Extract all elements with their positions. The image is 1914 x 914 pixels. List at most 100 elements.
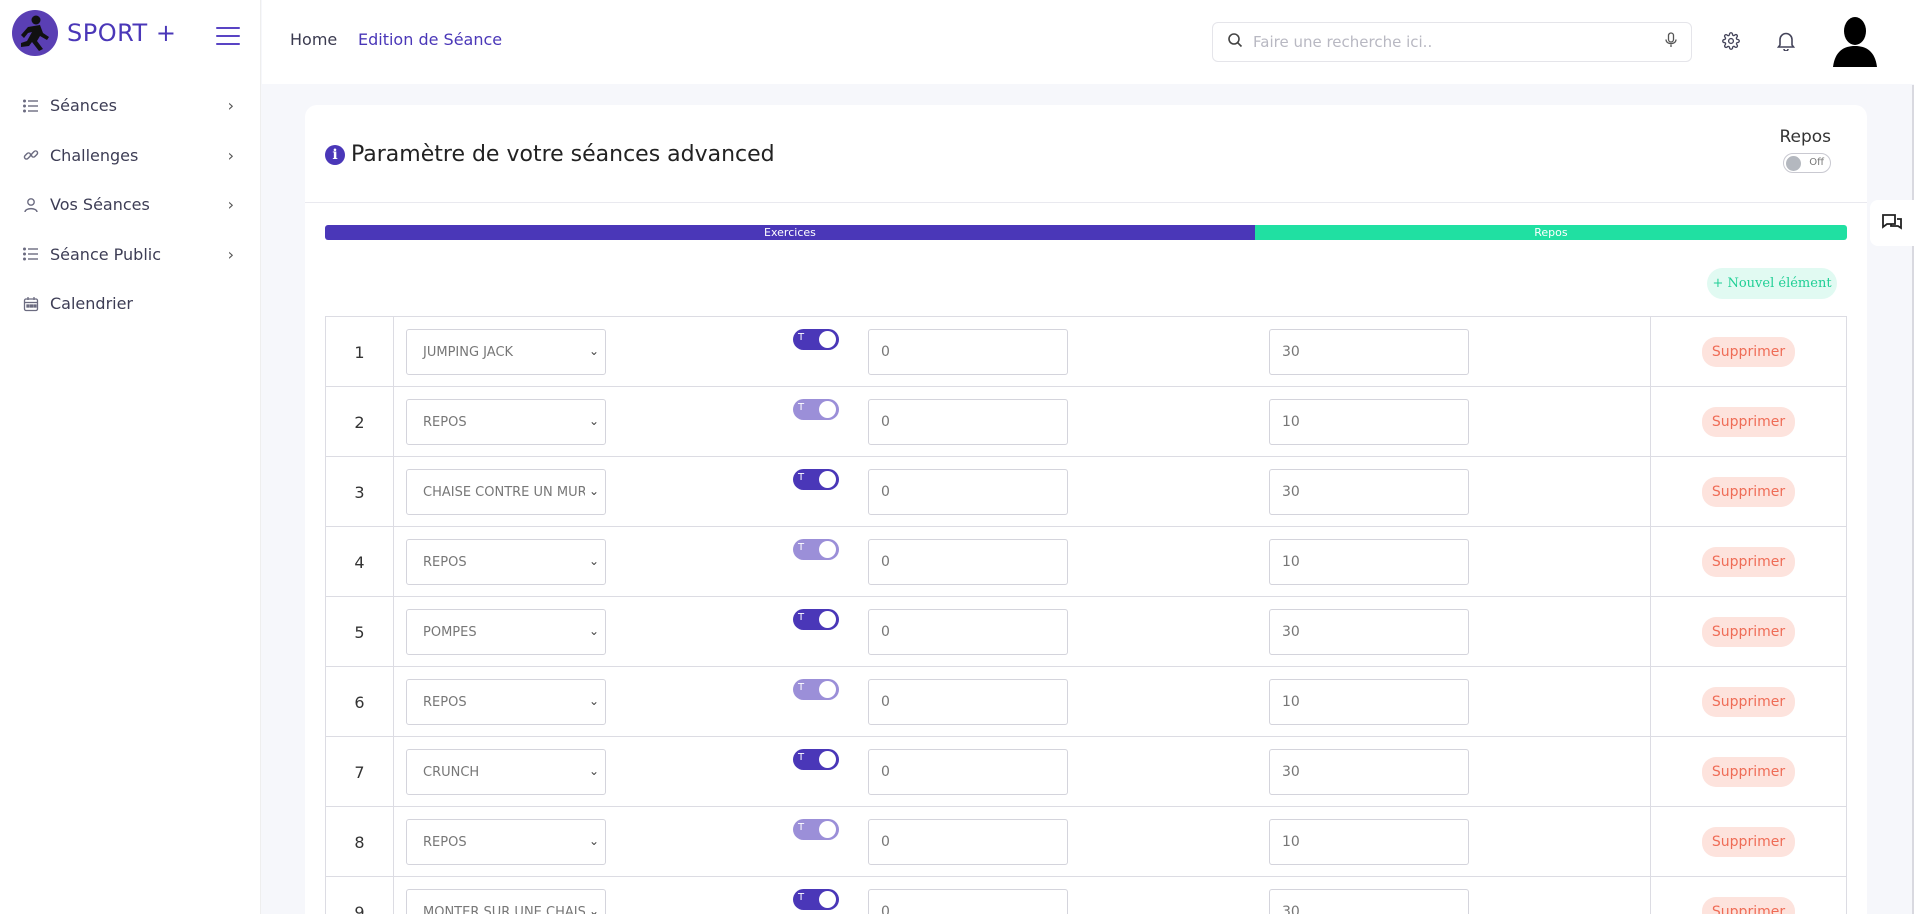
repetitions-input[interactable]	[868, 819, 1068, 865]
exercise-toggle[interactable]: T	[793, 679, 839, 700]
exercise-select-value: POMPES	[423, 624, 477, 640]
sidebar-item-calendrier[interactable]: Calendrier	[0, 279, 260, 329]
row-number: 9	[326, 877, 394, 914]
exercise-select-value: JUMPING JACK	[423, 344, 514, 360]
exercise-select[interactable]: JUMPING JACK ⌄	[406, 329, 606, 375]
chevron-down-icon: ⌄	[584, 694, 599, 708]
row-number: 2	[326, 387, 394, 457]
exercise-select[interactable]: REPOS ⌄	[406, 679, 606, 725]
delete-cell: Supprimer	[1650, 667, 1846, 737]
hamburger-menu-icon[interactable]	[216, 27, 240, 47]
duration-input[interactable]	[1269, 819, 1469, 865]
notification-bell-icon[interactable]	[1775, 30, 1797, 52]
delete-cell: Supprimer	[1650, 457, 1846, 527]
repetitions-input[interactable]	[868, 679, 1068, 725]
chevron-right-icon: ›	[227, 145, 234, 165]
delete-button[interactable]: Supprimer	[1701, 897, 1796, 914]
microphone-icon[interactable]	[1665, 32, 1677, 52]
delete-cell: Supprimer	[1650, 527, 1846, 597]
duration-input[interactable]	[1269, 469, 1469, 515]
exercise-toggle[interactable]: T	[793, 399, 839, 420]
row-number: 1	[326, 317, 394, 387]
duration-input[interactable]	[1269, 539, 1469, 585]
chevron-down-icon: ⌄	[584, 344, 599, 358]
exercise-select[interactable]: REPOS ⌄	[406, 399, 606, 445]
chevron-down-icon: ⌄	[584, 904, 599, 914]
exercise-select-value: CHAISE CONTRE UN MUR	[423, 484, 587, 500]
delete-button[interactable]: Supprimer	[1701, 407, 1796, 437]
table-row: 9 MONTER SUR UNE CHAISE⌄ T Supprimer	[326, 877, 1846, 914]
duration-input[interactable]	[1269, 889, 1469, 914]
chevron-right-icon: ›	[227, 195, 234, 215]
toggle-letter: T	[798, 332, 805, 343]
exercise-toggle[interactable]: T	[793, 539, 839, 560]
repetitions-input[interactable]	[868, 469, 1068, 515]
table-row: 6 REPOS ⌄ T Supprimer	[326, 667, 1846, 737]
repos-label: Repos	[1779, 127, 1831, 147]
delete-button[interactable]: Supprimer	[1701, 547, 1796, 577]
delete-button[interactable]: Supprimer	[1701, 337, 1796, 367]
search-icon	[1227, 32, 1243, 52]
exercise-select[interactable]: POMPES ⌄	[406, 609, 606, 655]
exercise-toggle[interactable]: T	[793, 609, 839, 630]
duration-input[interactable]	[1269, 399, 1469, 445]
table-row: 8 REPOS ⌄ T Supprimer	[326, 807, 1846, 877]
card-header: i Paramètre de votre séances advanced Re…	[305, 105, 1867, 203]
toggle-letter: T	[798, 402, 805, 413]
delete-cell: Supprimer	[1650, 317, 1846, 387]
repetitions-input[interactable]	[868, 609, 1068, 655]
repetitions-input[interactable]	[868, 329, 1068, 375]
delete-button[interactable]: Supprimer	[1701, 827, 1796, 857]
exercise-select-value: REPOS	[423, 694, 467, 710]
exercise-select-value: MONTER SUR UNE CHAISE	[423, 904, 595, 914]
sidebar-item-seance-public[interactable]: Séance Public ›	[0, 230, 260, 280]
repetitions-input[interactable]	[868, 539, 1068, 585]
repos-toggle[interactable]: Off	[1783, 153, 1831, 173]
duration-input[interactable]	[1269, 329, 1469, 375]
progress-exercices: Exercices	[325, 225, 1255, 240]
session-settings-card: i Paramètre de votre séances advanced Re…	[305, 105, 1867, 914]
sidebar-item-challenges[interactable]: Challenges ›	[0, 131, 260, 181]
delete-button[interactable]: Supprimer	[1701, 617, 1796, 647]
chat-icon[interactable]	[1870, 200, 1914, 246]
user-avatar[interactable]	[1830, 13, 1880, 67]
table-row: 2 REPOS ⌄ T Supprimer	[326, 387, 1846, 457]
search-input[interactable]	[1253, 33, 1665, 51]
exercise-select[interactable]: REPOS ⌄	[406, 819, 606, 865]
exercise-toggle[interactable]: T	[793, 819, 839, 840]
exercise-toggle[interactable]: T	[793, 469, 839, 490]
repetitions-input[interactable]	[868, 889, 1068, 914]
duration-input[interactable]	[1269, 609, 1469, 655]
delete-button[interactable]: Supprimer	[1701, 757, 1796, 787]
exercise-select[interactable]: MONTER SUR UNE CHAISE ⌄	[406, 889, 606, 914]
sidebar-item-label: Vos Séances	[50, 195, 150, 215]
exercise-toggle[interactable]: T	[793, 749, 839, 770]
sidebar-item-seances[interactable]: Séances ›	[0, 81, 260, 131]
breadcrumb-home[interactable]: Home	[290, 30, 337, 49]
exercise-select-value: REPOS	[423, 414, 467, 430]
exercise-toggle[interactable]: T	[793, 889, 839, 910]
calendar-icon	[22, 295, 40, 313]
breadcrumb-current[interactable]: Edition de Séance	[358, 30, 502, 49]
delete-button[interactable]: Supprimer	[1701, 687, 1796, 717]
sidebar-item-vos-seances[interactable]: Vos Séances ›	[0, 180, 260, 230]
repos-toggle-text: Off	[1809, 157, 1824, 168]
exercise-select[interactable]: REPOS ⌄	[406, 539, 606, 585]
exercise-select[interactable]: CHAISE CONTRE UN MUR ⌄	[406, 469, 606, 515]
duration-input[interactable]	[1269, 679, 1469, 725]
repetitions-input[interactable]	[868, 749, 1068, 795]
delete-cell: Supprimer	[1650, 737, 1846, 807]
exercise-toggle[interactable]: T	[793, 329, 839, 350]
repetitions-input[interactable]	[868, 399, 1068, 445]
new-element-button[interactable]: + Nouvel élément	[1707, 268, 1837, 299]
row-number: 7	[326, 737, 394, 807]
info-icon: i	[325, 144, 345, 165]
settings-gear-icon[interactable]	[1720, 30, 1742, 52]
sidebar-nav: Séances › Challenges › Vos Séances › Séa…	[0, 81, 260, 329]
delete-cell: Supprimer	[1650, 807, 1846, 877]
delete-button[interactable]: Supprimer	[1701, 477, 1796, 507]
exercise-select[interactable]: CRUNCH ⌄	[406, 749, 606, 795]
duration-input[interactable]	[1269, 749, 1469, 795]
row-number: 6	[326, 667, 394, 737]
page-title-text: Paramètre de votre séances advanced	[351, 142, 775, 167]
